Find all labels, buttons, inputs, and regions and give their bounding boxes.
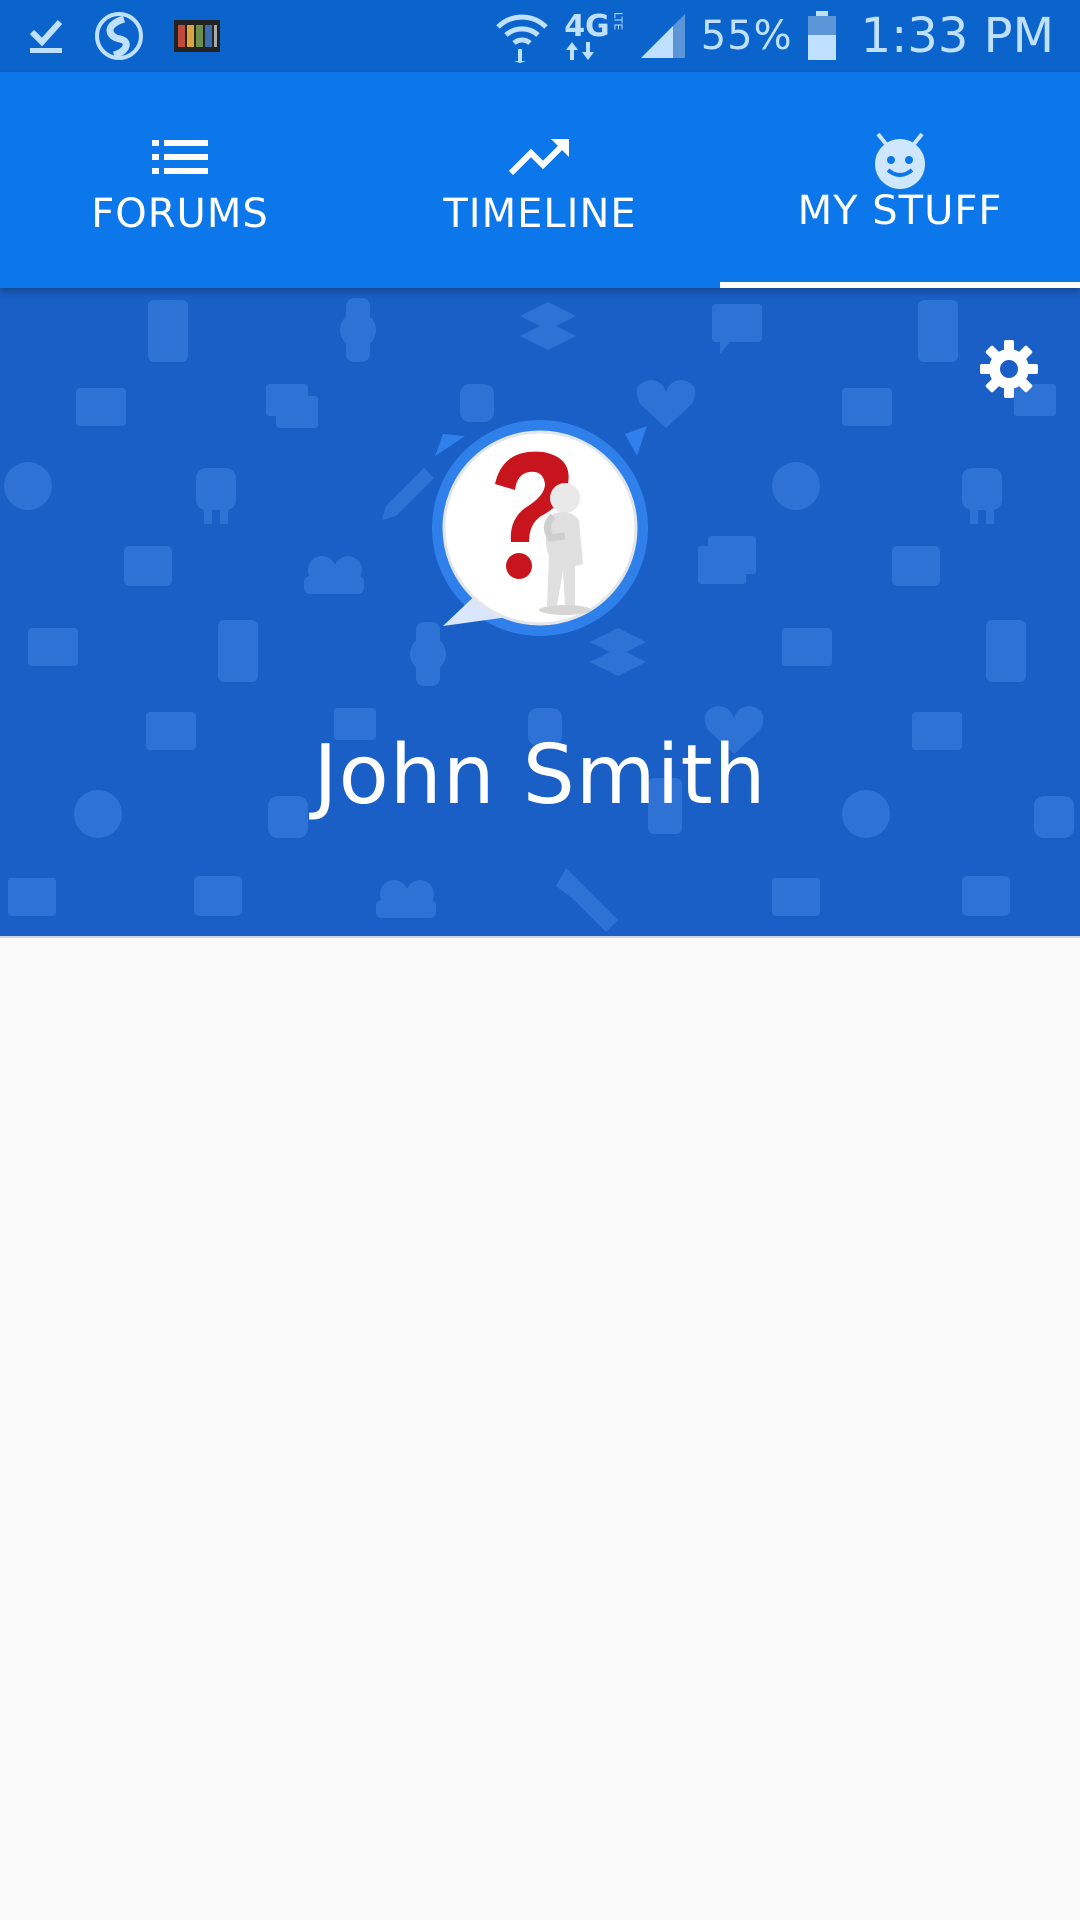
settings-button[interactable]	[970, 330, 1048, 408]
trending-up-icon	[509, 129, 571, 185]
list-icon	[152, 129, 208, 185]
clock-time: 1:33 PM	[860, 8, 1054, 64]
tab-my-stuff-label: MY STUFF	[797, 188, 1003, 234]
content-area	[0, 938, 1080, 1920]
film-strip-icon	[174, 20, 220, 52]
status-right-icons: 4G LTE 55% 1:33 PM	[494, 9, 1054, 63]
network-sub-label: LTE	[611, 12, 625, 31]
active-tab-indicator	[720, 282, 1080, 288]
gear-icon	[980, 340, 1038, 398]
s-logo-icon	[94, 11, 144, 61]
network-type-icon: 4G LTE	[564, 12, 625, 60]
tab-my-stuff[interactable]: MY STUFF	[720, 72, 1080, 288]
wifi-icon	[494, 9, 550, 63]
tab-forums-label: FORUMS	[91, 191, 269, 237]
network-type-label: 4G	[564, 9, 610, 44]
profile-header: John Smith	[0, 288, 1080, 938]
battery-icon	[807, 11, 837, 61]
tab-forums[interactable]: FORUMS	[0, 72, 360, 288]
profile-avatar[interactable]	[425, 416, 655, 646]
tab-timeline[interactable]: TIMELINE	[360, 72, 720, 288]
tab-bar: FORUMS TIMELINE MY STUFF	[0, 72, 1080, 288]
battery-percent: 55%	[700, 13, 793, 59]
android-face-icon	[870, 132, 930, 189]
status-bar: 4G LTE 55% 1:33 PM	[0, 0, 1080, 72]
app-screen: 4G LTE 55% 1:33 PM FORUMS TIMELINE MY ST…	[0, 0, 1080, 1920]
profile-name: John Smith	[313, 728, 767, 823]
download-done-icon	[28, 16, 64, 56]
tab-timeline-label: TIMELINE	[443, 191, 637, 237]
signal-strength-icon	[639, 12, 687, 60]
status-left-icons	[28, 11, 220, 61]
